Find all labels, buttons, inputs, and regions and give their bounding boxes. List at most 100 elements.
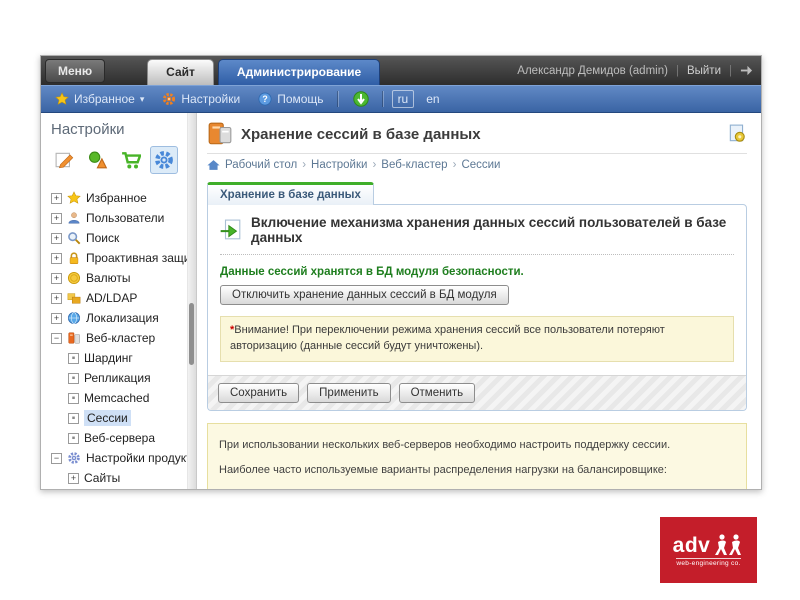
main-content: Хранение сессий в базе данных Рабочий ст…: [197, 113, 761, 489]
language-ru[interactable]: ru: [391, 90, 415, 108]
sidebar-item-label: Настройки продукта: [86, 451, 187, 465]
leaf-icon: ▪: [68, 412, 79, 424]
sidebar-tree: + Избранное + Пользователи + Поиск + Проактивна…: [51, 188, 187, 488]
gear-icon: [162, 92, 176, 106]
sidebar-item-label: Веб-кластер: [86, 331, 156, 345]
sidebar-item-проактивная-защита[interactable]: + Проактивная защита: [51, 248, 187, 268]
favorites-label: Избранное: [74, 92, 135, 106]
sidebar-item-label: Поиск: [86, 231, 120, 245]
user-icon: [67, 211, 81, 225]
sidebar-icon-row: [51, 146, 187, 174]
leaf-icon: ▪: [68, 392, 79, 404]
globe-icon: [67, 311, 81, 325]
sidebar-item-поиск[interactable]: + Поиск: [51, 228, 187, 248]
tab-administration[interactable]: Администрирование: [217, 59, 381, 85]
expand-icon[interactable]: +: [51, 312, 62, 324]
sidebar-item-веб-кластер[interactable]: − Веб-кластер: [51, 328, 187, 348]
sidebar-item-memcached[interactable]: ▪ Memcached: [51, 388, 187, 408]
sidebar-item-label: Веб-сервера: [84, 431, 156, 445]
toolbar-separator: [382, 91, 384, 107]
sidebar-item-валюты[interactable]: + Валюты: [51, 268, 187, 288]
sidebar-item-label: Memcached: [84, 391, 150, 405]
help-icon: ?: [258, 92, 272, 106]
resizer-handle[interactable]: [189, 303, 194, 365]
sidebar-item-веб-сервера[interactable]: ▪ Веб-сервера: [51, 428, 187, 448]
expand-icon[interactable]: +: [51, 272, 62, 284]
sidebar-item-локализация[interactable]: + Локализация: [51, 308, 187, 328]
adv-figures-icon: [714, 533, 744, 556]
breadcrumb-separator: ›: [302, 159, 307, 171]
collapse-icon[interactable]: −: [51, 332, 62, 344]
edit-content-icon[interactable]: [51, 146, 79, 174]
tab-storage-db[interactable]: Хранение в базе данных: [207, 182, 374, 205]
note-paragraph: Наиболее часто используемые варианты рас…: [219, 464, 667, 477]
sidebar-item-избранное[interactable]: + Избранное: [51, 188, 187, 208]
leaf-icon: ▪: [68, 432, 79, 444]
breadcrumb-item[interactable]: Веб-кластер: [381, 159, 447, 171]
note-paragraph: 1) сессия пользователя привязывается к о…: [219, 488, 735, 489]
page-settings-icon[interactable]: [727, 124, 747, 144]
cluster-icon: [67, 331, 81, 345]
settings-form: Включение механизма хранения данных сесс…: [207, 204, 747, 411]
help-menu[interactable]: ? Помощь: [252, 92, 329, 106]
shop-cart-icon[interactable]: [117, 146, 145, 174]
sidebar-item-сайты[interactable]: + Сайты: [51, 468, 187, 488]
sidebar-resizer[interactable]: [187, 113, 197, 489]
language-en[interactable]: en: [420, 90, 445, 108]
enable-mechanism-icon: [220, 219, 242, 241]
chevron-down-icon: ▾: [139, 93, 145, 104]
menu-button[interactable]: Меню: [45, 59, 106, 83]
coin-icon: [67, 271, 81, 285]
expand-icon[interactable]: +: [51, 192, 62, 204]
expand-icon[interactable]: +: [51, 232, 62, 244]
form-footer: Сохранить Применить Отменить: [208, 374, 746, 410]
toolbar: Избранное ▾ Настройки ? Помощь ru en: [41, 85, 761, 113]
expand-icon[interactable]: +: [51, 212, 62, 224]
expand-icon[interactable]: +: [51, 252, 62, 264]
header-divider: [207, 153, 747, 154]
home-icon[interactable]: [207, 159, 220, 171]
separator: |: [675, 64, 679, 77]
sidebar-title: Настройки: [51, 121, 125, 138]
breadcrumb-item[interactable]: Настройки: [311, 159, 367, 171]
favorites-menu[interactable]: Избранное ▾: [49, 92, 150, 106]
breadcrumb-item[interactable]: Рабочий стол: [225, 159, 297, 171]
warning-note: *Внимание! При переключении режима хране…: [220, 316, 734, 362]
status-text: Данные сессий хранятся в БД модуля безоп…: [220, 266, 524, 278]
sidebar-item-настройки-продукта[interactable]: − Настройки продукта: [51, 448, 187, 468]
apply-button[interactable]: Применить: [307, 382, 391, 403]
sidebar-item-label: Избранное: [86, 191, 147, 205]
toggle-session-storage-button[interactable]: Отключить хранение данных сессий в БД мо…: [220, 285, 509, 305]
adv-logo-text: adv: [672, 533, 711, 557]
page-title: Хранение сессий в базе данных: [241, 125, 481, 143]
sidebar-item-label: Локализация: [86, 311, 159, 325]
expand-icon[interactable]: +: [51, 292, 62, 304]
warning-text: Внимание! При переключении режима хранен…: [230, 324, 665, 352]
leaf-icon: ▪: [68, 352, 79, 364]
star-icon: [55, 92, 69, 106]
tab-site[interactable]: Сайт: [147, 59, 214, 85]
settings-section-icon[interactable]: [150, 146, 178, 174]
save-button[interactable]: Сохранить: [218, 382, 300, 403]
info-note: При использовании нескольких веб-серверо…: [207, 422, 747, 489]
sidebar-item-пользователи[interactable]: + Пользователи: [51, 208, 187, 228]
cancel-button[interactable]: Отменить: [398, 382, 476, 403]
settings-label: Настройки: [181, 92, 241, 106]
sidebar-item-шардинг[interactable]: ▪ Шардинг: [51, 348, 187, 368]
logout-link[interactable]: Выйти: [687, 65, 721, 77]
shapes-icon[interactable]: [84, 146, 112, 174]
search-icon: [67, 231, 81, 245]
collapse-icon[interactable]: −: [51, 452, 62, 464]
pin-icon[interactable]: [740, 64, 753, 77]
breadcrumb-item[interactable]: Сессии: [461, 159, 500, 171]
sidebar-item-label: Валюты: [86, 271, 131, 285]
page-title-icon: [207, 121, 233, 147]
sidebar-item-сессии[interactable]: ▪ Сессии: [51, 408, 187, 428]
sidebar-item-label: Сайты: [84, 471, 121, 485]
leaf-icon: ▪: [68, 372, 79, 384]
sidebar-item-репликация[interactable]: ▪ Репликация: [51, 368, 187, 388]
expand-icon[interactable]: +: [68, 472, 79, 484]
refresh-icon[interactable]: [347, 91, 375, 107]
sidebar-item-ad-ldap[interactable]: + AD/LDAP: [51, 288, 187, 308]
settings-menu[interactable]: Настройки: [156, 92, 246, 106]
